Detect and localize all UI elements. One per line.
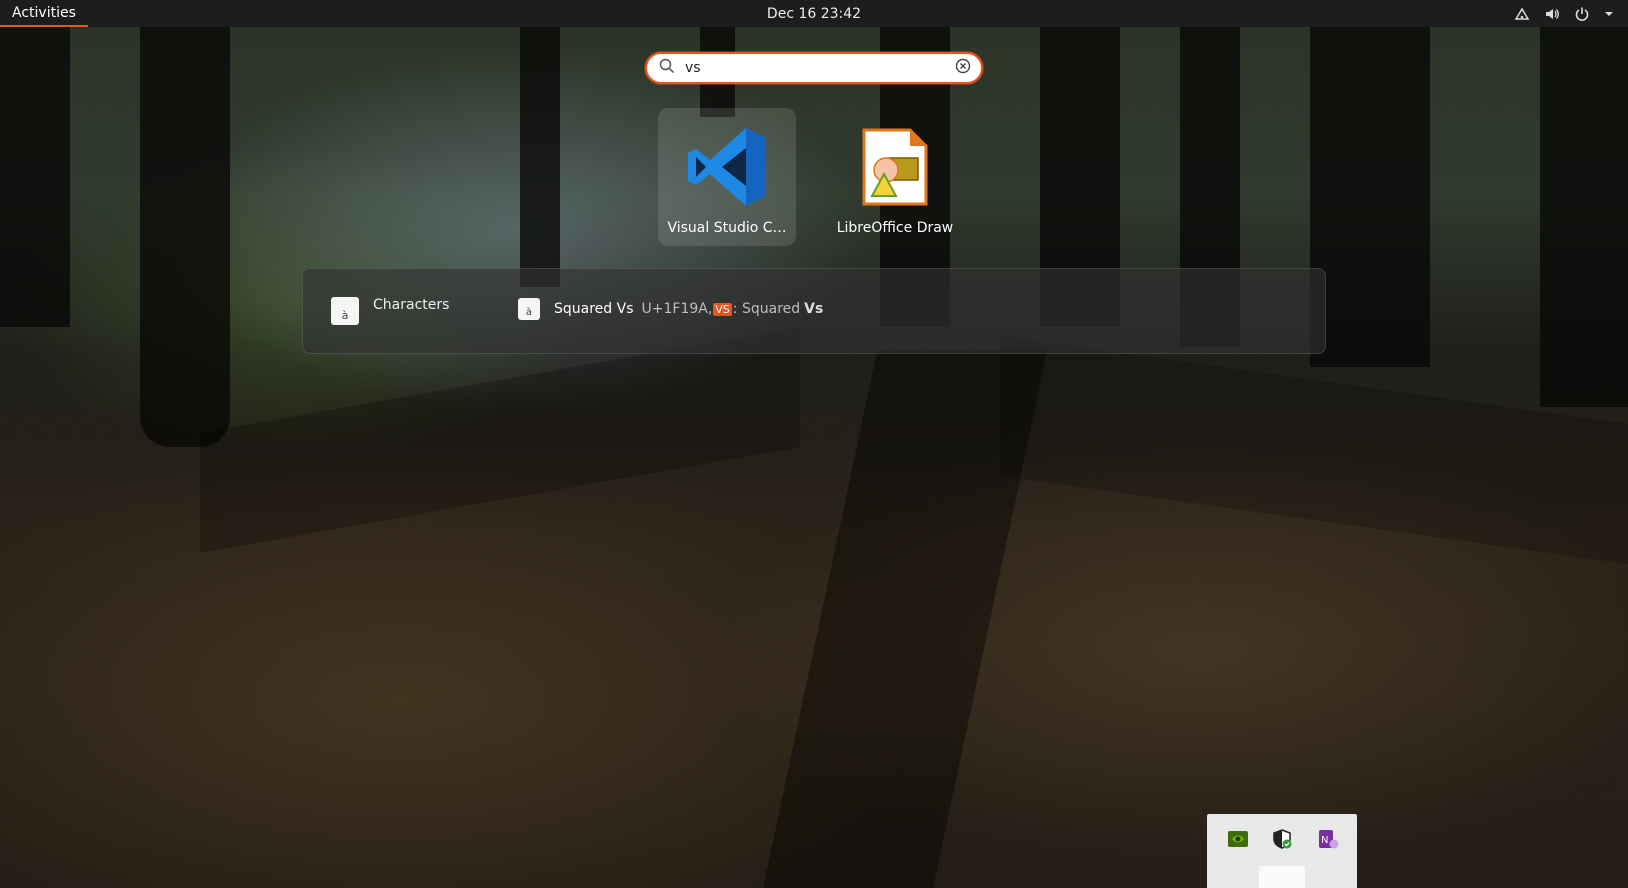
app-label: LibreOffice Draw (836, 220, 954, 236)
network-icon[interactable] (1514, 6, 1530, 22)
libreoffice-draw-icon (852, 124, 938, 210)
result-description: U+1F19A, VS : Squared Vs (642, 301, 824, 317)
power-icon[interactable] (1574, 6, 1590, 22)
nvidia-icon[interactable] (1227, 828, 1249, 850)
provider-name: Characters (373, 297, 450, 313)
clear-icon[interactable] (955, 58, 971, 78)
character-result[interactable]: à Squared Vs U+1F19A, VS : Squared Vs (518, 298, 823, 320)
search-input[interactable] (685, 60, 955, 76)
top-bar: Activities Dec 16 23:42 (0, 0, 1628, 27)
result-desc-text: : Squared (732, 301, 801, 317)
result-symbol: VS (713, 302, 732, 316)
app-result-libreoffice-draw[interactable]: LibreOffice Draw (826, 108, 964, 246)
provider-characters[interactable]: à Characters (331, 297, 449, 325)
vscode-icon (684, 124, 770, 210)
result-desc-bold: Vs (804, 301, 824, 317)
volume-icon[interactable] (1544, 6, 1560, 22)
result-code: U+1F19A, (641, 301, 713, 317)
activities-button[interactable]: Activities (0, 0, 88, 27)
result-title: Squared Vs (554, 301, 634, 317)
app-label: Visual Studio C… (667, 220, 787, 236)
tray-selected-item[interactable] (1259, 866, 1305, 888)
system-tray[interactable] (1514, 0, 1614, 27)
search-provider-results: à Characters à Squared Vs U+1F19A, VS : … (302, 268, 1326, 354)
onenote-icon[interactable]: N (1317, 828, 1339, 850)
characters-app-icon: à (331, 297, 359, 325)
search-entry[interactable] (645, 52, 983, 84)
clock[interactable]: Dec 16 23:42 (767, 6, 861, 22)
search-icon (659, 58, 675, 78)
menu-arrow-icon[interactable] (1604, 6, 1614, 22)
app-result-vscode[interactable]: Visual Studio C… (658, 108, 796, 246)
svg-text:N: N (1321, 835, 1328, 846)
system-tray-popup: N (1207, 814, 1357, 888)
security-shield-icon[interactable] (1271, 828, 1293, 850)
character-glyph-icon: à (518, 298, 540, 320)
